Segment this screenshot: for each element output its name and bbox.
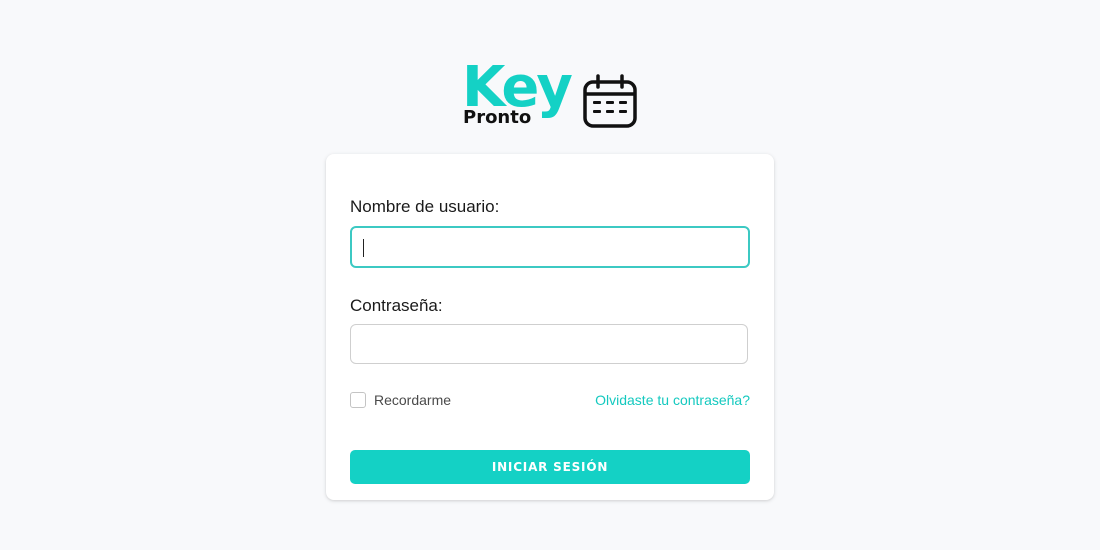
remember-me-label: Recordarme bbox=[374, 392, 452, 408]
forgot-password-link[interactable]: Olvidaste tu contraseña? bbox=[595, 392, 750, 408]
username-input[interactable] bbox=[350, 226, 750, 268]
remember-me-checkbox[interactable] bbox=[350, 392, 366, 408]
login-page: Key Pronto Nombre de usuario: Contraseña… bbox=[0, 0, 1100, 550]
app-logo: Key Pronto bbox=[460, 60, 640, 132]
username-label: Nombre de usuario: bbox=[350, 197, 500, 216]
login-card: Nombre de usuario: Contraseña: Recordarm… bbox=[326, 154, 774, 500]
remember-me-toggle[interactable]: Recordarme bbox=[350, 392, 451, 408]
text-caret bbox=[363, 239, 364, 257]
password-input[interactable] bbox=[350, 324, 748, 364]
calendar-icon bbox=[583, 74, 637, 128]
password-label: Contraseña: bbox=[350, 296, 443, 315]
login-button[interactable]: INICIAR SESIÓN bbox=[350, 450, 750, 484]
logo-wordmark-pronto: Pronto bbox=[463, 107, 532, 128]
